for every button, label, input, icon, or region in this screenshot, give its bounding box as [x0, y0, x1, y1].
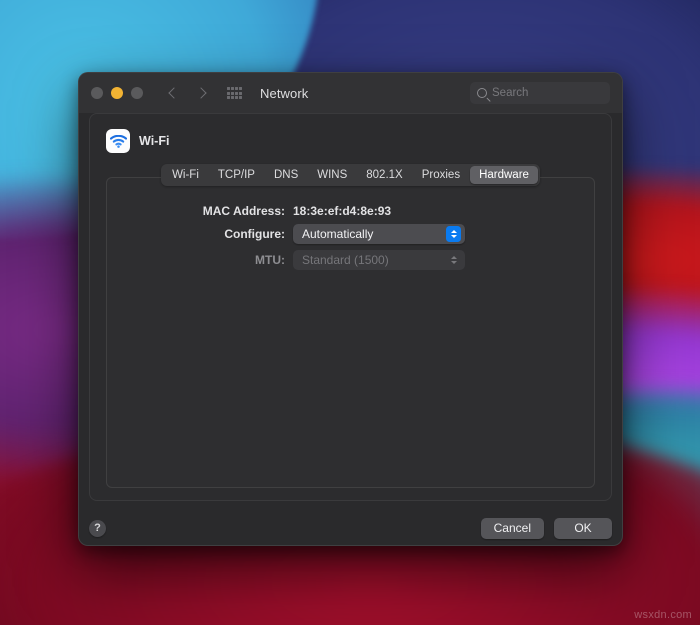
window-title: Network	[260, 85, 309, 101]
watermark: wsxdn.com	[634, 609, 692, 621]
wifi-icon	[106, 129, 130, 153]
tab-bar: Wi-Fi TCP/IP DNS WINS 802.1X Proxies Har…	[106, 164, 595, 186]
mtu-label: MTU:	[255, 253, 285, 267]
tab-wifi[interactable]: Wi-Fi	[163, 166, 208, 184]
service-header: Wi-Fi	[106, 128, 595, 154]
sheet-footer: ? Cancel OK	[89, 511, 612, 545]
configure-select[interactable]: Automatically	[293, 224, 465, 244]
mac-address-row: MAC Address: 18:3e:ef:d4:8e:93	[107, 204, 594, 218]
chevron-updown-icon	[446, 226, 461, 242]
hardware-tab-pane: MAC Address: 18:3e:ef:d4:8e:93 Configure…	[106, 177, 595, 488]
mtu-value: Standard (1500)	[302, 253, 389, 267]
mac-address-label: MAC Address:	[202, 204, 285, 218]
chevron-updown-icon-disabled	[446, 252, 461, 268]
close-button[interactable]	[91, 87, 103, 99]
tab-hardware[interactable]: Hardware	[470, 166, 538, 184]
search-placeholder: Search	[492, 87, 529, 99]
chevron-left-icon[interactable]	[169, 89, 178, 98]
grid-view-icon[interactable]	[227, 87, 242, 99]
tab-proxies[interactable]: Proxies	[413, 166, 469, 184]
desktop-wallpaper: wsxdn.com Network Search Wi-Fi Wi-Fi TCP…	[0, 0, 700, 625]
zoom-button[interactable]	[131, 87, 143, 99]
nav-buttons	[169, 89, 205, 98]
configure-value: Automatically	[302, 227, 374, 241]
tab-wins[interactable]: WINS	[308, 166, 356, 184]
cancel-button[interactable]: Cancel	[480, 517, 544, 539]
mtu-row: MTU: Standard (1500)	[107, 250, 594, 270]
network-settings-sheet: Wi-Fi Wi-Fi TCP/IP DNS WINS 802.1X Proxi…	[89, 113, 612, 501]
search-icon	[477, 88, 487, 98]
chevron-right-icon[interactable]	[196, 89, 205, 98]
mac-address-value: 18:3e:ef:d4:8e:93	[293, 204, 392, 218]
window-toolbar: Network Search	[79, 73, 622, 113]
footer-actions: Cancel OK	[480, 517, 612, 539]
network-preferences-window: Network Search Wi-Fi Wi-Fi TCP/IP DNS WI…	[78, 72, 623, 546]
traffic-light-group	[91, 87, 143, 99]
tab-tcpip[interactable]: TCP/IP	[209, 166, 264, 184]
minimize-button[interactable]	[111, 87, 123, 99]
configure-row: Configure: Automatically	[107, 224, 594, 244]
help-button[interactable]: ?	[89, 519, 106, 537]
mtu-select: Standard (1500)	[293, 250, 465, 270]
tab-8021x[interactable]: 802.1X	[357, 166, 411, 184]
tab-dns[interactable]: DNS	[265, 166, 307, 184]
search-field[interactable]: Search	[470, 82, 610, 104]
configure-label: Configure:	[224, 227, 285, 241]
tab-strip: Wi-Fi TCP/IP DNS WINS 802.1X Proxies Har…	[161, 164, 540, 186]
service-name: Wi-Fi	[139, 134, 170, 148]
ok-button[interactable]: OK	[554, 517, 612, 539]
